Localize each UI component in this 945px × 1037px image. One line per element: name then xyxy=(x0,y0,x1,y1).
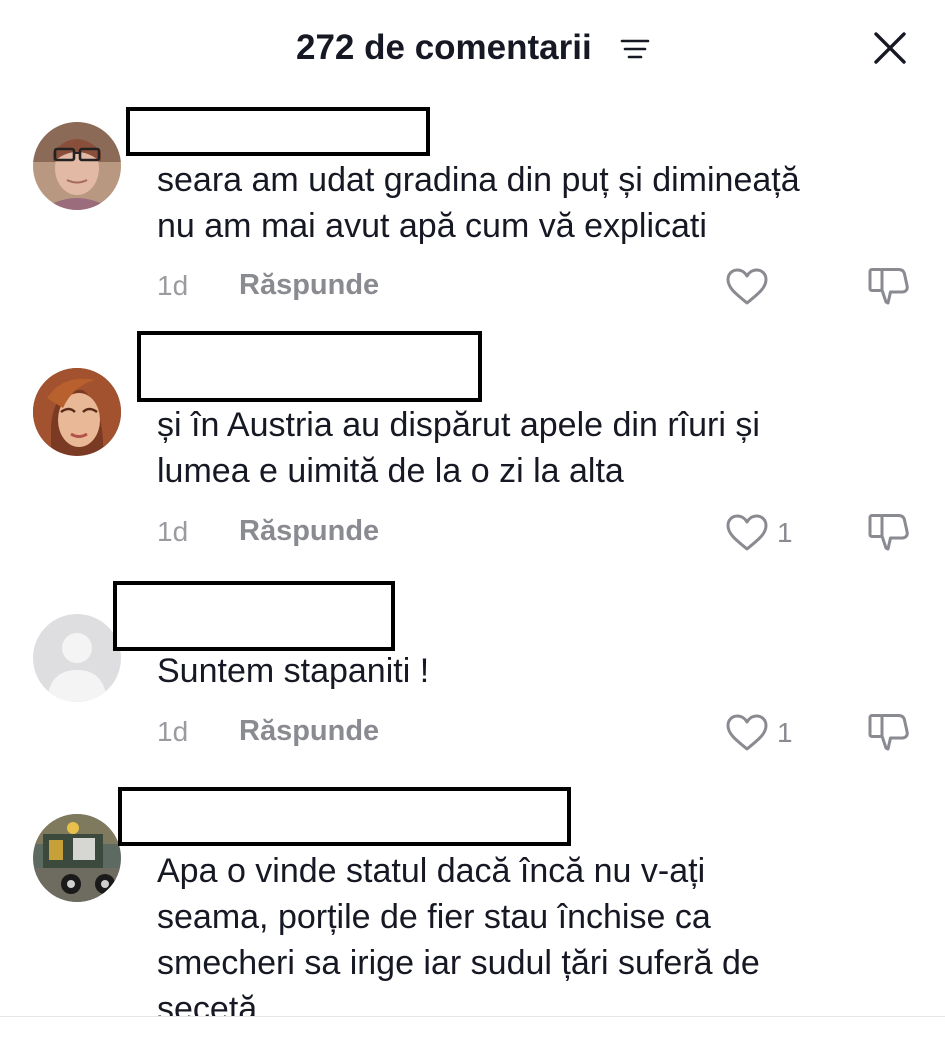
avatar[interactable] xyxy=(33,814,121,902)
comments-count-title: 272 de comentarii xyxy=(296,28,592,67)
avatar[interactable] xyxy=(33,122,121,210)
comment-time: 1d xyxy=(157,270,189,301)
close-icon[interactable] xyxy=(872,30,908,66)
thumbs-down-icon[interactable] xyxy=(866,512,912,554)
avatar[interactable] xyxy=(33,614,121,702)
sort-icon[interactable] xyxy=(620,38,650,60)
bottom-bar xyxy=(0,1017,945,1037)
heart-icon[interactable] xyxy=(724,713,770,753)
comment-time: 1d xyxy=(157,716,189,747)
comment-text: și în Austria au dispărut apele din rîur… xyxy=(157,406,760,490)
avatar[interactable] xyxy=(33,368,121,456)
like-count: 1 xyxy=(777,517,793,548)
thumbs-down-icon[interactable] xyxy=(866,266,912,308)
heart-icon[interactable] xyxy=(724,513,770,553)
username-redacted xyxy=(126,107,430,156)
like-count: 1 xyxy=(777,717,793,748)
comment-text: Apa o vinde statul dacă încă nu v-ați se… xyxy=(157,852,760,1028)
reply-button[interactable]: Răspunde xyxy=(239,269,379,302)
username-redacted xyxy=(137,331,482,402)
comments-header: 272 de comentarii xyxy=(0,0,945,100)
comment-text: Suntem stapaniti ! xyxy=(157,652,430,690)
username-redacted xyxy=(113,581,395,651)
comment-text: seara am udat gradina din puț și diminea… xyxy=(157,161,800,245)
comment-time: 1d xyxy=(157,516,189,547)
username-redacted xyxy=(118,787,571,846)
reply-button[interactable]: Răspunde xyxy=(239,715,379,748)
thumbs-down-icon[interactable] xyxy=(866,712,912,754)
heart-icon[interactable] xyxy=(724,267,770,307)
reply-button[interactable]: Răspunde xyxy=(239,515,379,548)
